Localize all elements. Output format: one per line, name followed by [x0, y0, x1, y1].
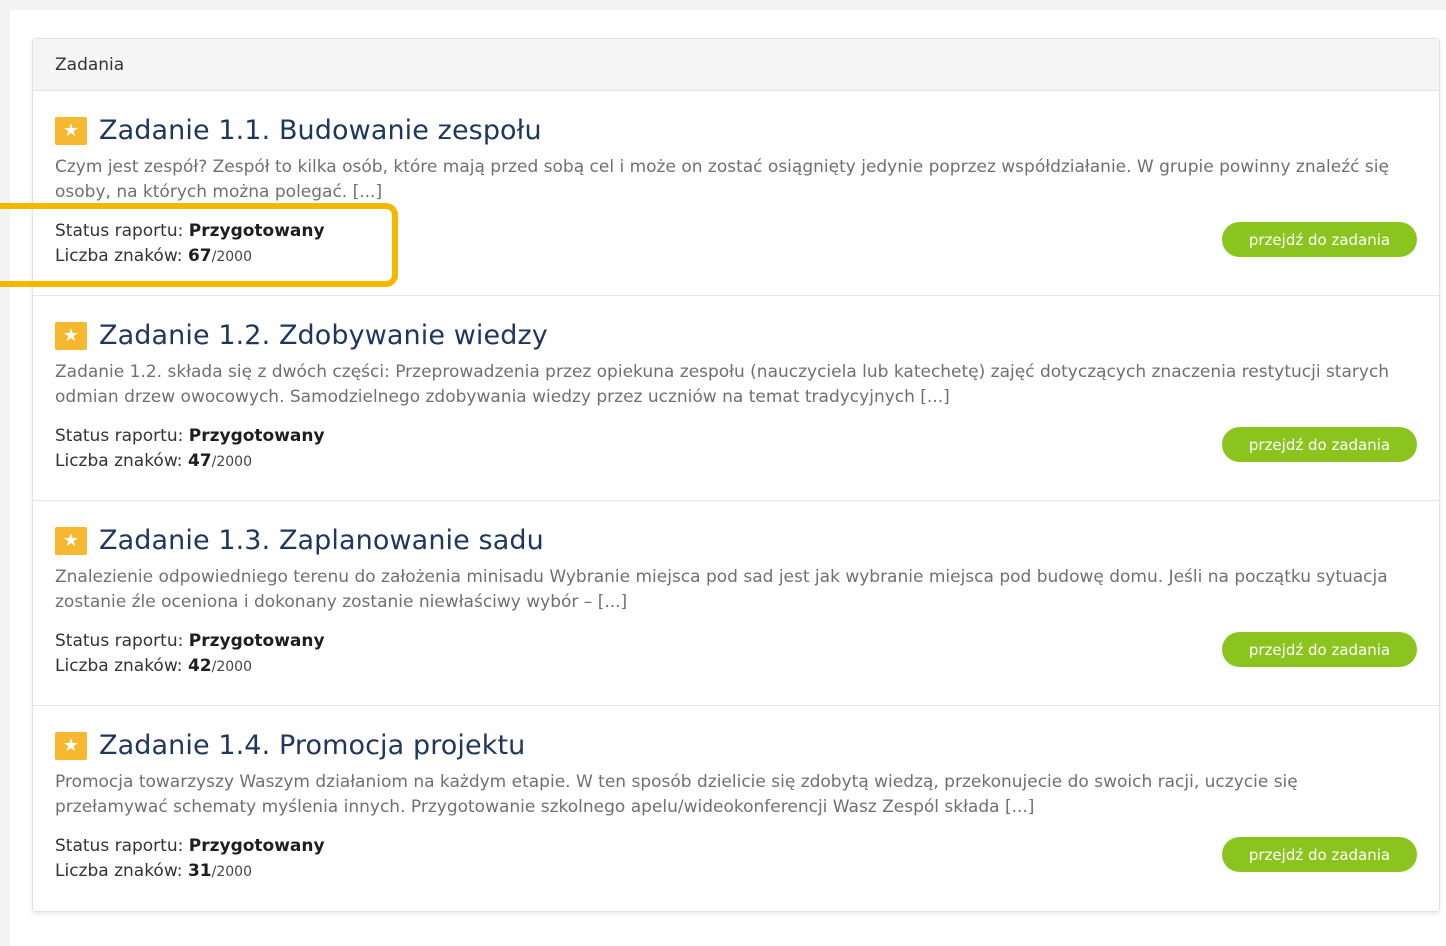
go-to-task-button[interactable]: przejdź do zadania [1222, 632, 1417, 667]
task-title: Zadanie 1.2. Zdobywanie wiedzy [99, 320, 548, 351]
status-value: Przygotowany [188, 836, 325, 856]
task-meta: Status raportu: Przygotowany Liczba znak… [55, 219, 1417, 270]
task-item: ★ Zadanie 1.3. Zaplanowanie sadu Znalezi… [33, 501, 1439, 706]
status-value: Przygotowany [188, 631, 325, 651]
go-to-task-button[interactable]: przejdź do zadania [1222, 837, 1417, 872]
status-label: Status raportu: [55, 836, 184, 856]
chars-max: /2000 [211, 864, 252, 880]
status-label: Status raportu: [55, 631, 184, 651]
task-meta: Status raportu: Przygotowany Liczba znak… [55, 834, 1417, 885]
task-description: Zadanie 1.2. składa się z dwóch części: … [55, 362, 1390, 407]
task-title: Zadanie 1.4. Promocja projektu [99, 730, 526, 761]
task-item: ★ Zadanie 1.2. Zdobywanie wiedzy Zadanie… [33, 296, 1439, 501]
task-title: Zadanie 1.1. Budowanie zespołu [99, 115, 542, 146]
task-meta: Status raportu: Przygotowany Liczba znak… [55, 629, 1417, 680]
star-icon: ★ [55, 116, 87, 145]
panel-title: Zadania [55, 54, 125, 75]
chars-max: /2000 [211, 659, 252, 675]
chars-count: 31 [187, 861, 212, 881]
star-icon: ★ [55, 526, 87, 555]
task-description: Promocja towarzyszy Waszym działaniom na… [55, 772, 1298, 817]
star-icon: ★ [55, 321, 87, 350]
chars-count: 42 [187, 656, 212, 676]
task-item: ★ Zadanie 1.4. Promocja projektu Promocj… [33, 706, 1439, 911]
status-label: Status raportu: [55, 426, 184, 446]
task-description: Czym jest zespół? Zespół to kilka osób, … [55, 157, 1389, 202]
chars-max: /2000 [211, 249, 252, 265]
chars-label: Liczba znaków: [55, 861, 183, 881]
status-label: Status raportu: [55, 221, 184, 241]
status-value: Przygotowany [188, 221, 325, 241]
chars-label: Liczba znaków: [55, 656, 183, 676]
task-title: Zadanie 1.3. Zaplanowanie sadu [99, 525, 544, 556]
status-value: Przygotowany [188, 426, 325, 446]
panel-header: Zadania [33, 39, 1439, 91]
star-icon: ★ [55, 731, 87, 760]
task-description: Znalezienie odpowiedniego terenu do zało… [55, 567, 1388, 612]
chars-label: Liczba znaków: [55, 246, 183, 266]
chars-label: Liczba znaków: [55, 451, 183, 471]
task-item: ★ Zadanie 1.1. Budowanie zespołu Czym je… [33, 91, 1439, 296]
tasks-panel: Zadania ★ Zadanie 1.1. Budowanie zespołu… [32, 38, 1440, 912]
task-meta: Status raportu: Przygotowany Liczba znak… [55, 424, 1417, 475]
chars-count: 47 [187, 451, 212, 471]
go-to-task-button[interactable]: przejdź do zadania [1222, 427, 1417, 462]
go-to-task-button[interactable]: przejdź do zadania [1222, 222, 1417, 257]
chars-count: 67 [187, 246, 212, 266]
chars-max: /2000 [211, 454, 252, 470]
